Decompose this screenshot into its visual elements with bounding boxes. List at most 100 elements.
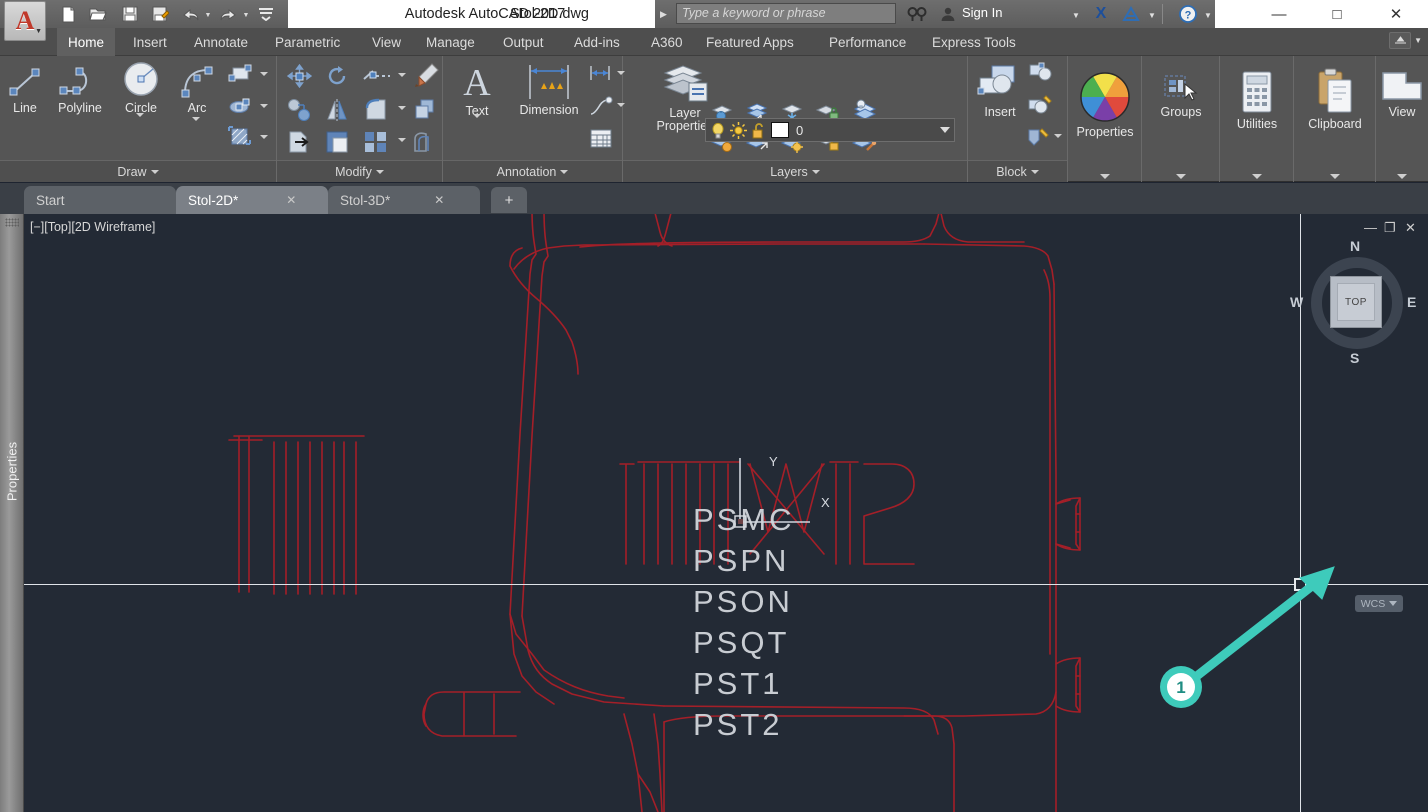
document-tab-stol-2d[interactable]: Stol-2D* ✕	[176, 186, 328, 214]
panel-draw-chevron-down-icon[interactable]	[150, 169, 159, 174]
help-chevron-down-icon[interactable]: ▼	[1204, 11, 1212, 20]
user-account-icon[interactable]	[938, 5, 958, 23]
viewport-restore-icon[interactable]: ❐	[1384, 220, 1396, 236]
view-cube-west-label[interactable]: W	[1290, 294, 1303, 310]
document-tab-stol-3d[interactable]: Stol-3D* ✕	[328, 186, 480, 214]
modify-explode-icon[interactable]	[363, 130, 389, 159]
a360-icon[interactable]	[1120, 5, 1142, 23]
search-icon[interactable]	[905, 5, 929, 23]
utilities-button[interactable]: Utilities	[1230, 70, 1284, 131]
ribbon-tab-insert[interactable]: Insert	[122, 28, 178, 56]
sign-in-chevron-down-icon[interactable]: ▼	[1072, 11, 1080, 20]
undo-icon[interactable]	[180, 4, 200, 24]
modify-mirror-icon[interactable]	[325, 98, 349, 127]
view-cube-top-face[interactable]: TOP	[1330, 276, 1382, 328]
help-icon[interactable]: ?	[1176, 5, 1200, 23]
panel-block-label[interactable]: Block	[968, 160, 1067, 182]
ribbon-minimize-icon[interactable]	[1389, 32, 1412, 49]
draw-ellipse-chevron-down-icon[interactable]	[260, 104, 268, 108]
draw-rectangle-chevron-down-icon[interactable]	[260, 72, 268, 76]
view-button[interactable]: View	[1378, 70, 1426, 119]
draw-circle-chevron-down-icon[interactable]	[136, 113, 144, 117]
annotation-leader-icon[interactable]	[589, 96, 613, 121]
palette-grip-icon[interactable]	[5, 218, 19, 227]
panel-block-chevron-down-icon[interactable]	[1030, 169, 1039, 174]
ribbon-tab-performance[interactable]: Performance	[818, 28, 917, 56]
ribbon-options-chevron-down-icon[interactable]: ▼	[1414, 36, 1422, 45]
viewport-close-icon[interactable]: ✕	[1405, 220, 1416, 236]
panel-clipboard-chevron-down-icon[interactable]	[1329, 174, 1340, 179]
modify-erase-icon[interactable]	[414, 62, 440, 93]
ribbon-tab-home[interactable]: Home	[57, 28, 116, 56]
ribbon-tab-featured-apps[interactable]: Featured Apps	[695, 28, 805, 56]
panel-utilities-chevron-down-icon[interactable]	[1251, 174, 1262, 179]
ucs-selector[interactable]: WCS	[1355, 595, 1403, 612]
panel-modify-chevron-down-icon[interactable]	[375, 169, 384, 174]
search-expand-chevron-icon[interactable]: ▶	[660, 9, 667, 20]
panel-annotation-chevron-down-icon[interactable]	[560, 169, 569, 174]
modify-fillet-chevron-down-icon[interactable]	[398, 106, 406, 110]
modify-move-icon[interactable]	[286, 63, 313, 93]
groups-button[interactable]: Groups	[1156, 74, 1206, 119]
new-document-tab-button[interactable]: +	[491, 187, 527, 213]
draw-arc-chevron-down-icon[interactable]	[192, 117, 200, 121]
document-tab-start[interactable]: Start	[24, 186, 176, 214]
maximize-button[interactable]: □	[1314, 0, 1360, 28]
panel-annotation-label[interactable]: Annotation	[443, 160, 622, 182]
draw-line-button[interactable]: Line	[5, 64, 45, 115]
ribbon-tab-express-tools[interactable]: Express Tools	[921, 28, 1027, 56]
insert-block-button[interactable]: Insert	[973, 62, 1027, 119]
define-attribute-icon[interactable]	[1026, 126, 1052, 153]
viewport-config-label[interactable]: [−][Top][2D Wireframe]	[30, 220, 155, 234]
drawing-canvas[interactable]: Properties PSMC PSPN PSON PSQT PST1 PST2…	[0, 214, 1428, 812]
modify-trim-icon[interactable]	[363, 66, 391, 91]
define-attribute-chevron-down-icon[interactable]	[1054, 134, 1062, 138]
search-input[interactable]: Type a keyword or phrase	[676, 3, 896, 24]
ribbon-tab-view[interactable]: View	[361, 28, 412, 56]
viewport-minimize-icon[interactable]: —	[1364, 220, 1377, 235]
a360-chevron-down-icon[interactable]: ▼	[1148, 11, 1156, 20]
customize-quick-access-icon[interactable]	[256, 4, 276, 24]
layer-combobox-chevron-down-icon[interactable]	[940, 127, 950, 133]
document-tab-stol-3d-close-icon[interactable]: ✕	[434, 193, 444, 207]
view-cube-south-label[interactable]: S	[1350, 350, 1359, 366]
properties-button[interactable]: Properties	[1077, 70, 1134, 139]
modify-array-icon[interactable]	[413, 98, 439, 127]
panel-properties-chevron-down-icon[interactable]	[1099, 174, 1110, 179]
close-button[interactable]: ✕	[1373, 0, 1419, 28]
modify-copy-icon[interactable]	[287, 98, 312, 127]
clipboard-button[interactable]: Clipboard	[1306, 68, 1364, 131]
annotation-dimension-button[interactable]: Dimension	[509, 62, 589, 117]
modify-scale-icon[interactable]	[325, 130, 349, 159]
draw-hatch-chevron-down-icon[interactable]	[260, 135, 268, 139]
autodesk-exchange-icon[interactable]: X	[1090, 5, 1112, 23]
undo-chevron-down-icon[interactable]: ▼	[204, 11, 212, 19]
view-cube-east-label[interactable]: E	[1407, 294, 1416, 310]
ribbon-tab-addins[interactable]: Add-ins	[563, 28, 631, 56]
view-cube[interactable]: TOP N S E W	[1290, 238, 1416, 366]
modify-trim-chevron-down-icon[interactable]	[398, 73, 406, 77]
panel-groups-chevron-down-icon[interactable]	[1175, 174, 1186, 179]
draw-rectangle-icon[interactable]	[228, 64, 252, 89]
draw-arc-button[interactable]: Arc	[176, 64, 218, 121]
edit-attribute-icon[interactable]	[1028, 94, 1054, 121]
modify-offset-icon[interactable]	[413, 130, 439, 159]
model-viewport[interactable]: PSMC PSPN PSON PSQT PST1 PST2 Y X [−][To…	[24, 214, 1428, 812]
ribbon-tab-manage[interactable]: Manage	[415, 28, 486, 56]
ribbon-tab-parametric[interactable]: Parametric	[264, 28, 351, 56]
panel-layers-label[interactable]: Layers	[623, 160, 967, 182]
modify-stretch-icon[interactable]	[287, 130, 312, 159]
new-icon[interactable]	[58, 4, 78, 24]
view-cube-north-label[interactable]: N	[1350, 238, 1360, 254]
modify-fillet-icon[interactable]	[363, 98, 389, 127]
save-as-icon[interactable]	[150, 4, 170, 24]
annotation-text-button[interactable]: A Text	[451, 61, 503, 118]
open-icon[interactable]	[88, 4, 108, 24]
properties-palette-bar[interactable]: Properties	[0, 214, 24, 812]
annotation-text-chevron-down-icon[interactable]	[473, 114, 481, 118]
draw-hatch-icon[interactable]	[228, 126, 252, 153]
selection-grip[interactable]	[1294, 578, 1307, 591]
draw-circle-button[interactable]: Circle	[115, 60, 167, 117]
ribbon-tab-output[interactable]: Output	[492, 28, 555, 56]
panel-view-chevron-down-icon[interactable]	[1397, 174, 1407, 179]
